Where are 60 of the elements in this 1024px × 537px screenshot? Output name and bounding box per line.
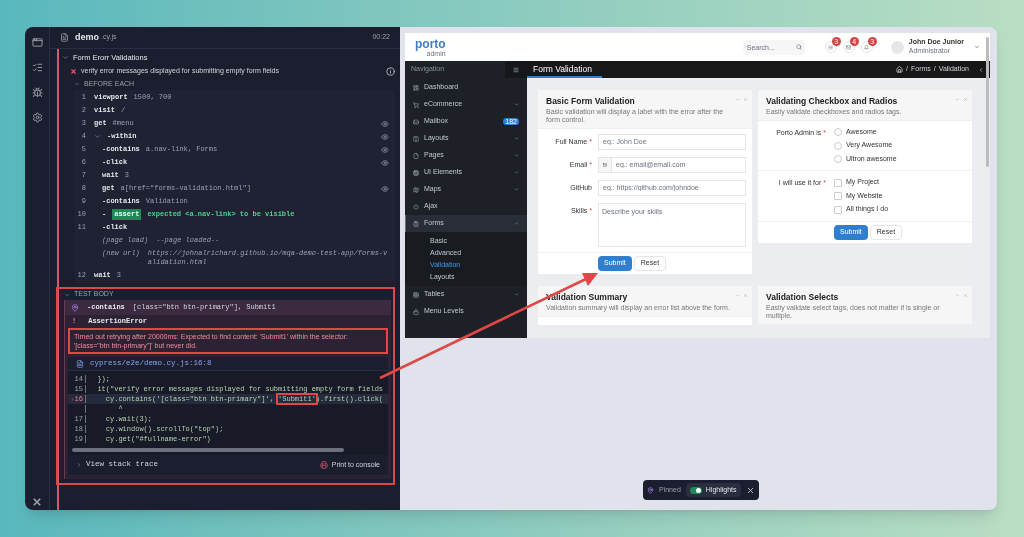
- checkbox[interactable]: [834, 205, 842, 214]
- pin-icon: [71, 303, 79, 312]
- radio-button[interactable]: [834, 155, 842, 163]
- list-icon: [828, 44, 834, 50]
- file-icon: [76, 359, 84, 368]
- fail-icon: [70, 67, 77, 75]
- eye-icon[interactable]: [381, 119, 389, 128]
- spec-name: demo: [75, 30, 99, 44]
- card-title: Validation Summary: [546, 290, 629, 304]
- envelope-icon: [598, 156, 612, 173]
- logo: porto: [415, 37, 446, 50]
- avatar[interactable]: [890, 40, 904, 54]
- eye-icon[interactable]: [381, 132, 389, 141]
- eye-icon[interactable]: [381, 184, 389, 193]
- cart-icon: [413, 101, 419, 108]
- dashboard-icon: [413, 84, 419, 91]
- scrollbar[interactable]: [72, 448, 344, 452]
- card-title: Validation Selects: [766, 290, 840, 304]
- map-icon: [413, 186, 419, 193]
- collapse-icon[interactable]: [978, 66, 984, 73]
- lock-icon: [413, 308, 419, 315]
- loader-icon: [413, 203, 419, 210]
- window-icon[interactable]: [31, 37, 43, 48]
- bug-icon[interactable]: [31, 87, 43, 98]
- printer-icon: [319, 461, 328, 469]
- caret-icon[interactable]: [74, 81, 80, 87]
- caret-icon: [76, 462, 82, 468]
- caret-icon[interactable]: [94, 133, 101, 140]
- radio-button[interactable]: [834, 128, 842, 136]
- settings-icon[interactable]: [31, 112, 43, 123]
- home-icon[interactable]: [896, 66, 903, 73]
- checkbox[interactable]: [834, 178, 842, 187]
- chip-icon: [413, 169, 419, 176]
- checkbox[interactable]: [834, 192, 842, 200]
- card-title: Basic Form Validation: [546, 95, 636, 108]
- clipboard-icon: [413, 220, 419, 227]
- dropdown-icon[interactable]: [974, 44, 980, 50]
- card-title: Validating Checkbox and Radios: [766, 95, 899, 108]
- eye-icon[interactable]: [381, 145, 389, 154]
- caret-icon[interactable]: [62, 54, 69, 61]
- logo-icon: [33, 498, 41, 506]
- current-line-icon: [69, 396, 75, 402]
- scrollbar[interactable]: [986, 37, 989, 167]
- mail-icon: [846, 44, 852, 50]
- file-icon: [413, 152, 419, 159]
- eye-icon[interactable]: [381, 158, 389, 167]
- columns-icon: [413, 135, 419, 142]
- page-title: Form Validation: [533, 63, 592, 76]
- caret-icon[interactable]: [64, 291, 70, 298]
- menu-icon[interactable]: [513, 66, 519, 73]
- file-icon: [60, 33, 69, 42]
- close-icon[interactable]: [745, 485, 755, 495]
- bell-icon: [864, 44, 870, 50]
- list-icon[interactable]: [31, 62, 43, 73]
- table-icon: [413, 291, 419, 298]
- inbox-icon: [413, 118, 419, 125]
- radio-button[interactable]: [834, 141, 842, 150]
- info-icon[interactable]: [386, 66, 395, 76]
- search-icon: [795, 44, 802, 50]
- pin-icon: [647, 486, 654, 494]
